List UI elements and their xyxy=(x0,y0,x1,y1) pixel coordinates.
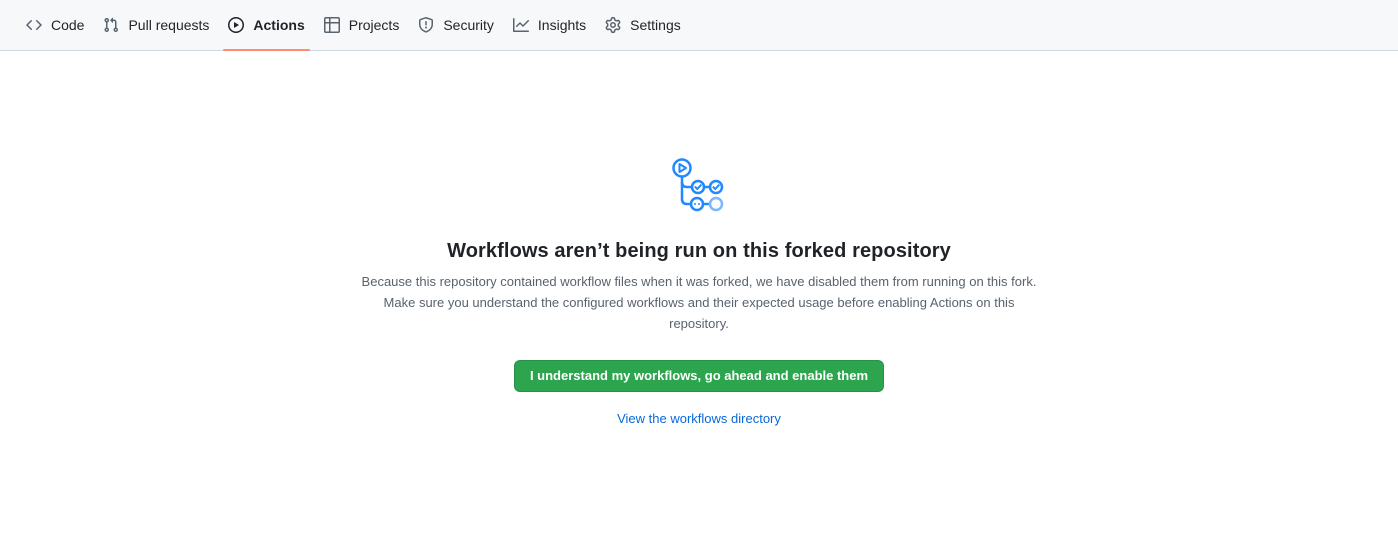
tab-settings-label: Settings xyxy=(630,17,681,33)
gear-icon xyxy=(605,17,621,33)
play-icon xyxy=(228,17,245,33)
tab-pull-requests-label: Pull requests xyxy=(128,17,210,33)
blankslate-title: Workflows aren’t being run on this forke… xyxy=(447,240,951,262)
tab-projects-label: Projects xyxy=(348,17,400,33)
view-workflows-directory-link[interactable]: View the workflows directory xyxy=(0,411,1398,426)
tab-code[interactable]: Code xyxy=(17,0,93,50)
tab-projects[interactable]: Projects xyxy=(315,0,409,50)
blankslate: Workflows aren’t being run on this forke… xyxy=(0,155,1398,426)
tab-actions-label: Actions xyxy=(253,17,305,33)
git-pull-request-icon xyxy=(103,17,119,33)
tab-security-label: Security xyxy=(443,17,494,33)
blankslate-description: Because this repository contained workfl… xyxy=(361,274,1037,331)
tab-actions[interactable]: Actions xyxy=(219,0,313,51)
tab-insights[interactable]: Insights xyxy=(504,0,595,50)
table-icon xyxy=(323,17,340,33)
tab-settings[interactable]: Settings xyxy=(596,0,690,50)
tab-security[interactable]: Security xyxy=(409,0,503,50)
code-icon xyxy=(26,17,42,33)
tab-pull-requests[interactable]: Pull requests xyxy=(94,0,218,50)
shield-icon xyxy=(418,17,434,33)
graph-icon xyxy=(512,17,529,33)
enable-workflows-button[interactable]: I understand my workflows, go ahead and … xyxy=(513,360,885,392)
tab-code-label: Code xyxy=(51,17,85,33)
repo-nav: Code Pull requests Actions Projects Secu… xyxy=(0,0,1398,51)
tab-insights-label: Insights xyxy=(537,17,587,33)
workflow-icon xyxy=(672,158,724,212)
